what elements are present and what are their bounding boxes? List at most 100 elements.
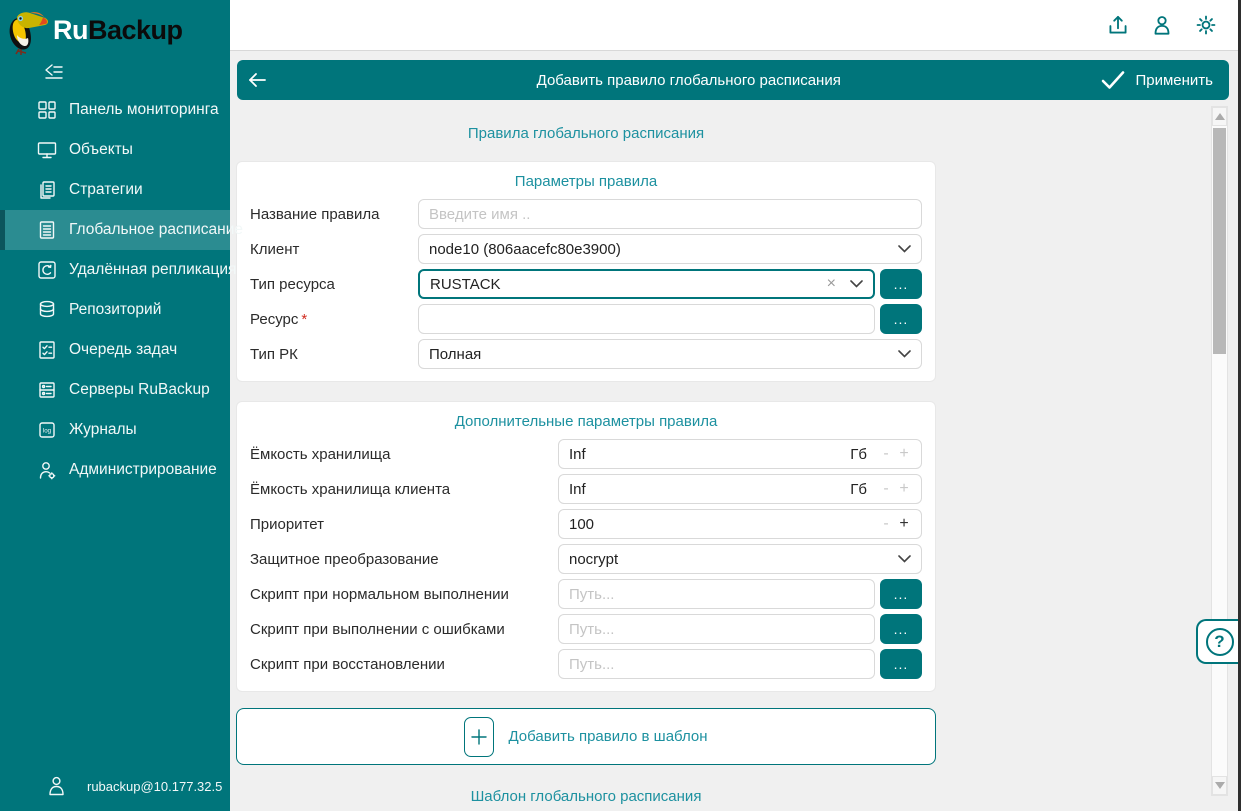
rule-name-input[interactable] [418, 199, 922, 229]
sidebar-item-label: Глобальное расписание [69, 221, 243, 239]
upload-button[interactable] [1105, 12, 1131, 38]
task-queue-icon [36, 339, 58, 361]
form-header-bar: Добавить правило глобального расписания … [237, 60, 1229, 100]
client-label: Клиент [250, 241, 418, 258]
profile-button[interactable] [1149, 12, 1175, 38]
script-ok-input[interactable] [558, 579, 875, 609]
sidebar-item-global-schedule[interactable]: Глобальное расписание [0, 210, 230, 250]
resource-input[interactable] [418, 304, 875, 334]
script-restore-input[interactable] [558, 649, 875, 679]
client-storage-capacity-label: Ёмкость хранилища клиента [250, 481, 558, 498]
repository-icon [36, 299, 58, 321]
script-err-input[interactable] [558, 614, 875, 644]
crypt-select[interactable]: nocrypt [558, 544, 922, 574]
servers-icon [36, 379, 58, 401]
monitor-icon [36, 139, 58, 161]
sidebar-item-label: Панель мониторинга [69, 101, 219, 119]
clear-icon[interactable]: × [827, 276, 836, 292]
crypt-row: Защитное преобразование nocrypt [250, 544, 922, 574]
rule-name-label: Название правила [250, 206, 418, 223]
add-rule-to-template-label: Добавить правило в шаблон [508, 728, 707, 745]
required-asterisk: * [301, 311, 307, 328]
client-select-value: node10 (806aacefc80e3900) [429, 241, 898, 258]
apply-label: Применить [1135, 72, 1213, 89]
sidebar-item-label: Стратегии [69, 181, 143, 199]
resource-type-combobox[interactable]: RUSTACK × [418, 269, 875, 299]
arrow-left-icon [246, 69, 268, 91]
strategies-icon [36, 179, 58, 201]
increment-button[interactable]: + [895, 445, 913, 463]
storage-capacity-row: Ёмкость хранилища Гб - + [250, 439, 922, 469]
person-icon [1149, 12, 1175, 38]
sidebar-item-dashboard[interactable]: Панель мониторинга [0, 90, 230, 130]
chevron-down-icon [898, 245, 911, 253]
sidebar-item-task-queue[interactable]: Очередь задач [0, 330, 230, 370]
collapse-sidebar-icon[interactable] [42, 60, 66, 84]
unit-label: Гб [850, 446, 867, 463]
dashboard-icon [36, 99, 58, 121]
client-storage-capacity-field: Гб - + [558, 474, 922, 504]
script-ok-browse-button[interactable]: ... [880, 579, 922, 609]
resource-row: Ресурс* ... [250, 304, 922, 334]
resource-type-browse-button[interactable]: ... [880, 269, 922, 299]
decrement-button[interactable]: - [877, 515, 895, 533]
sidebar-item-label: Администрирование [69, 461, 217, 479]
chevron-down-icon [850, 280, 863, 288]
sidebar-item-strategies[interactable]: Стратегии [0, 170, 230, 210]
resource-browse-button[interactable]: ... [880, 304, 922, 334]
back-button[interactable] [237, 60, 277, 100]
storage-capacity-label: Ёмкость хранилища [250, 446, 558, 463]
storage-capacity-input[interactable] [569, 446, 850, 463]
help-button[interactable]: ? [1196, 619, 1241, 664]
backup-type-value: Полная [429, 346, 898, 363]
sidebar-item-repository[interactable]: Репозиторий [0, 290, 230, 330]
upload-icon [1105, 12, 1131, 38]
settings-button[interactable] [1193, 12, 1219, 38]
scroll-down-button[interactable] [1212, 776, 1227, 795]
priority-input[interactable] [569, 516, 877, 533]
script-err-browse-button[interactable]: ... [880, 614, 922, 644]
topbar [230, 0, 1241, 51]
sidebar-item-rubackup-servers[interactable]: Серверы RuBackup [0, 370, 230, 410]
scrollbar-thumb[interactable] [1213, 128, 1226, 354]
schedule-icon [36, 219, 58, 241]
decrement-button[interactable]: - [877, 480, 895, 498]
priority-row: Приоритет - + [250, 509, 922, 539]
sidebar-item-label: Журналы [69, 421, 137, 439]
sidebar-item-administration[interactable]: Администрирование [0, 450, 230, 490]
client-select[interactable]: node10 (806aacefc80e3900) [418, 234, 922, 264]
sidebar-item-objects[interactable]: Объекты [0, 130, 230, 170]
vertical-scrollbar[interactable] [1211, 106, 1228, 796]
resource-label: Ресурс* [250, 311, 418, 328]
script-restore-browse-button[interactable]: ... [880, 649, 922, 679]
additional-params-card: Дополнительные параметры правила Ёмкость… [236, 401, 936, 692]
client-storage-capacity-input[interactable] [569, 481, 850, 498]
client-row: Клиент node10 (806aacefc80e3900) [250, 234, 922, 264]
sidebar-item-remote-replication[interactable]: Удалённая репликация [0, 250, 230, 290]
sidebar-item-label: Удалённая репликация [69, 261, 236, 279]
increment-button[interactable]: + [895, 480, 913, 498]
toucan-icon [5, 5, 51, 55]
rules-section-title: Правила глобального расписания [236, 125, 936, 142]
priority-field: - + [558, 509, 922, 539]
sidebar-item-label: Серверы RuBackup [69, 381, 210, 399]
script-ok-label: Скрипт при нормальном выполнении [250, 586, 558, 603]
storage-capacity-field: Гб - + [558, 439, 922, 469]
replication-icon [36, 259, 58, 281]
logo-text: RuBackup [53, 15, 183, 46]
add-rule-to-template-button[interactable]: Добавить правило в шаблон [236, 708, 936, 765]
decrement-button[interactable]: - [877, 445, 895, 463]
priority-label: Приоритет [250, 516, 558, 533]
sidebar-item-logs[interactable]: log Журналы [0, 410, 230, 450]
crypt-value: nocrypt [569, 551, 898, 568]
increment-button[interactable]: + [895, 515, 913, 533]
form-content: Правила глобального расписания Параметры… [236, 109, 936, 805]
script-err-label: Скрипт при выполнении с ошибками [250, 621, 558, 638]
sidebar-user[interactable]: rubackup@10.177.32.5 [0, 769, 230, 803]
backup-type-select[interactable]: Полная [418, 339, 922, 369]
rule-params-card: Параметры правила Название правила Клиен… [236, 161, 936, 382]
main-area: Добавить правило глобального расписания … [230, 51, 1241, 811]
apply-button[interactable]: Применить [1100, 69, 1213, 91]
scroll-up-button[interactable] [1212, 107, 1227, 126]
rule-params-title: Параметры правила [250, 173, 922, 190]
